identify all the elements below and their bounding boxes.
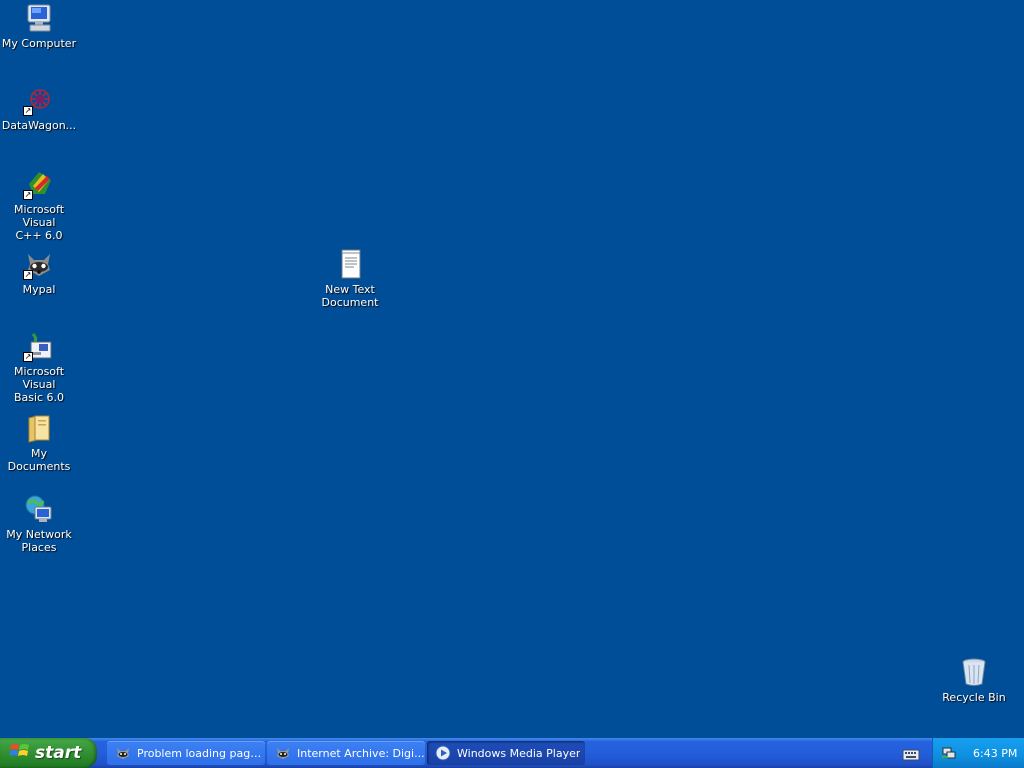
shortcut-arrow-icon: ↗ (23, 106, 33, 116)
recycle-bin-icon (958, 656, 990, 688)
desktop-icon-label: Microsoft Visual C++ 6.0 (13, 203, 65, 242)
desktop-icon-label: Recycle Bin (942, 691, 1006, 704)
desktop-icon-my-documents[interactable]: My Documents (0, 412, 79, 473)
my-computer-icon (23, 2, 55, 34)
mypal-icon (115, 745, 131, 761)
datawagon-icon: ↗ (23, 84, 55, 116)
desktop: My Computer ↗ DataWagon... ↗ Microsoft V… (0, 0, 1024, 738)
shortcut-arrow-icon: ↗ (23, 352, 33, 362)
media-player-icon (435, 745, 451, 761)
mypal-icon: ↗ (23, 248, 55, 280)
desktop-icon-network-places[interactable]: My Network Places (0, 493, 79, 554)
start-label: start (35, 743, 82, 763)
desktop-icon-mypal[interactable]: ↗ Mypal (0, 248, 79, 296)
mypal-icon (275, 745, 291, 761)
desktop-icon-label: Mypal (22, 283, 56, 296)
desktop-icon-recycle-bin[interactable]: Recycle Bin (934, 656, 1014, 704)
desktop-icon-label: New Text Document (321, 283, 379, 309)
desktop-icon-label: My Network Places (6, 528, 72, 554)
desktop-icon-my-computer[interactable]: My Computer (0, 2, 79, 50)
desktop-icon-visual-cpp[interactable]: ↗ Microsoft Visual C++ 6.0 (0, 168, 79, 242)
taskbar-button-windows-media-player[interactable]: Windows Media Player (427, 741, 585, 765)
desktop-icon-label: My Documents (7, 447, 71, 473)
windows-logo-icon (9, 742, 30, 764)
taskbar-button-label: Windows Media Player (457, 746, 581, 760)
keyboard-icon[interactable] (902, 746, 920, 761)
visual-basic-icon: ↗ (23, 330, 55, 362)
desktop-icon-visual-basic[interactable]: ↗ Microsoft Visual Basic 6.0 (0, 330, 79, 404)
system-tray: 6:43 PM (932, 738, 1024, 768)
text-document-icon (334, 248, 366, 280)
clock[interactable]: 6:43 PM (973, 747, 1017, 760)
shortcut-arrow-icon: ↗ (23, 190, 33, 200)
network-places-icon (23, 493, 55, 525)
taskbar-button-problem-loading-page[interactable]: Problem loading page... (107, 741, 265, 765)
desktop-icon-new-text-document[interactable]: New Text Document (310, 248, 390, 309)
my-documents-icon (23, 412, 55, 444)
start-button[interactable]: start (0, 738, 97, 768)
desktop-icon-label: Microsoft Visual Basic 6.0 (13, 365, 65, 404)
desktop-icon-label: DataWagon... (1, 119, 77, 132)
taskbar: start Problem loading page... Internet A… (0, 738, 1024, 768)
desktop-icon-datawagon[interactable]: ↗ DataWagon... (0, 84, 79, 132)
taskbar-button-label: Internet Archive: Digi... (297, 746, 425, 760)
network-tray-icon[interactable] (941, 745, 957, 761)
shortcut-arrow-icon: ↗ (23, 270, 33, 280)
taskbar-button-label: Problem loading page... (137, 746, 265, 760)
desktop-icon-label: My Computer (1, 37, 77, 50)
taskbar-button-internet-archive[interactable]: Internet Archive: Digi... (267, 741, 425, 765)
visual-cpp-icon: ↗ (23, 168, 55, 200)
